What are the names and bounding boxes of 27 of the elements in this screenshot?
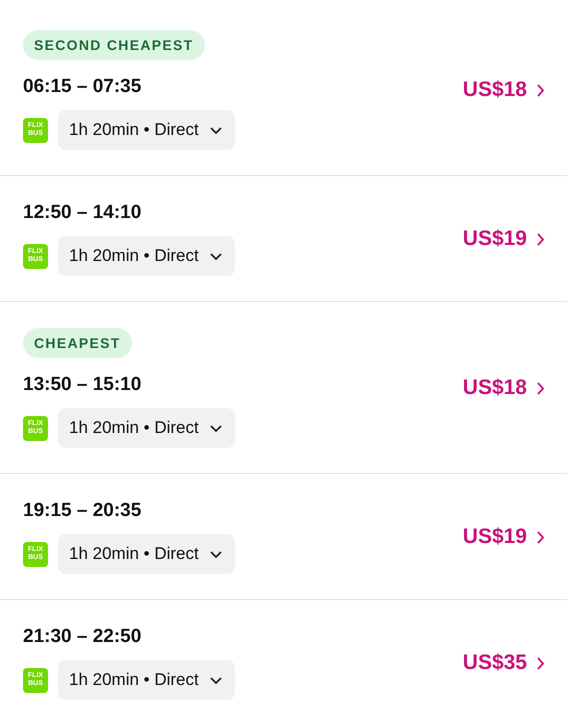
trip-details-button[interactable]: 1h 20min • Direct — [58, 110, 235, 150]
chevron-right-icon — [536, 82, 545, 98]
cheapest-badge: SECOND CHEAPEST — [23, 30, 205, 60]
trip-times: 19:15 – 20:35 — [23, 500, 142, 522]
chevron-down-icon — [208, 550, 223, 558]
trip-times: 13:50 – 15:10 — [23, 374, 142, 396]
chevron-right-icon — [536, 656, 545, 670]
chevron-right-icon — [536, 380, 545, 396]
trip-times: 06:15 – 07:35 — [23, 76, 142, 98]
trip-price: US$19 — [462, 227, 527, 251]
trip-details-button[interactable]: 1h 20min • Direct — [58, 660, 235, 700]
trip-price: US$35 — [462, 651, 527, 675]
chevron-down-icon — [208, 126, 223, 134]
trip-details-button[interactable]: 1h 20min • Direct — [58, 408, 235, 448]
trip-times: 12:50 – 14:10 — [23, 202, 142, 224]
chevron-down-icon — [208, 676, 223, 684]
chevron-right-icon — [536, 530, 545, 544]
cheapest-badge: CHEAPEST — [23, 328, 132, 358]
trip-price: US$19 — [462, 525, 527, 549]
trip-price: US$18 — [462, 78, 527, 102]
chevron-right-icon — [536, 232, 545, 246]
trip-price: US$18 — [462, 376, 527, 400]
chevron-down-icon — [208, 252, 223, 260]
trip-details-button[interactable]: 1h 20min • Direct — [58, 236, 235, 276]
chevron-down-icon — [208, 424, 223, 432]
trip-times: 21:30 – 22:50 — [23, 626, 142, 648]
trip-details-button[interactable]: 1h 20min • Direct — [58, 534, 235, 574]
